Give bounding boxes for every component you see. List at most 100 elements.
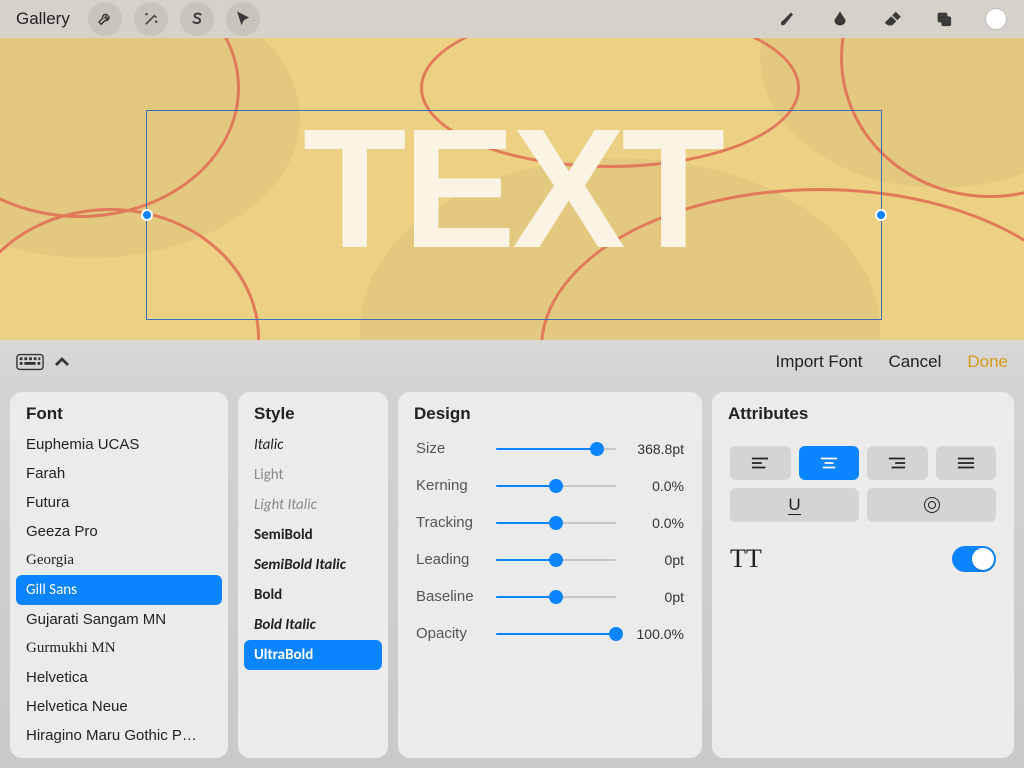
font-option[interactable]: Euphemia UCAS: [10, 430, 228, 459]
style-heading: Style: [238, 404, 388, 430]
design-slider[interactable]: [496, 626, 616, 642]
design-row: Baseline 0pt: [398, 578, 702, 615]
font-option[interactable]: Futura: [10, 488, 228, 517]
style-option[interactable]: Bold: [238, 580, 388, 610]
style-panel: Style ItalicLightLight ItalicSemiBoldSem…: [238, 392, 388, 758]
design-row: Opacity 100.0%: [398, 615, 702, 652]
design-panel: Design Size 368.8pt Kerning0.0% Tracking 0.0…: [398, 392, 702, 758]
style-option[interactable]: Light Italic: [238, 490, 388, 520]
font-option[interactable]: Gurmukhi MN: [10, 634, 228, 663]
canvas[interactable]: TEXT: [0, 38, 1024, 340]
attributes-panel: Attributes U TT: [712, 392, 1014, 758]
font-option[interactable]: Geeza Pro: [10, 517, 228, 546]
design-slider[interactable]: [496, 441, 616, 457]
adjustments-button[interactable]: [134, 2, 168, 36]
caps-toggle[interactable]: [952, 546, 996, 572]
align-justify-button[interactable]: [936, 446, 997, 480]
eraser-button[interactable]: [874, 1, 910, 37]
design-label: Leading: [416, 551, 486, 568]
design-slider[interactable]: [496, 515, 616, 531]
align-right-button[interactable]: [867, 446, 928, 480]
done-button[interactable]: Done: [967, 352, 1008, 372]
brush-icon: [779, 10, 797, 28]
font-option[interactable]: Helvetica Neue: [10, 692, 228, 721]
outline-button[interactable]: [867, 488, 996, 522]
color-button[interactable]: [978, 1, 1014, 37]
keyboard-toggle[interactable]: [16, 353, 76, 371]
design-label: Opacity: [416, 625, 486, 642]
design-value: 368.8pt: [626, 441, 684, 457]
font-option[interactable]: Farah: [10, 459, 228, 488]
selection-handle-right[interactable]: [875, 209, 887, 221]
color-swatch-icon: [985, 8, 1007, 30]
style-option[interactable]: UltraBold: [244, 640, 382, 670]
font-option[interactable]: Gujarati Sangam MN: [10, 605, 228, 634]
design-value: 0pt: [626, 589, 684, 605]
cancel-button[interactable]: Cancel: [888, 352, 941, 372]
layers-button[interactable]: [926, 1, 962, 37]
style-option[interactable]: Light: [238, 460, 388, 490]
panel-bar: Import Font Cancel Done: [0, 340, 1024, 384]
top-toolbar: Gallery: [0, 0, 1024, 38]
font-option[interactable]: Georgia: [10, 546, 228, 575]
style-option[interactable]: SemiBold Italic: [238, 550, 388, 580]
align-justify-icon: [957, 456, 975, 470]
panels: Font Euphemia UCASFarahFuturaGeeza ProGe…: [0, 384, 1024, 768]
underline-icon: U: [788, 496, 800, 515]
smudge-button[interactable]: [822, 1, 858, 37]
font-option[interactable]: Helvetica: [10, 663, 228, 692]
eraser-icon: [883, 10, 901, 28]
design-value: 0.0%: [626, 515, 684, 531]
canvas-text[interactable]: TEXT: [303, 91, 721, 287]
smudge-icon: [831, 10, 849, 28]
wrench-icon: [96, 10, 114, 28]
font-heading: Font: [10, 404, 228, 430]
design-slider[interactable]: [496, 478, 616, 494]
design-slider[interactable]: [496, 589, 616, 605]
outline-icon: [924, 497, 940, 513]
design-value: 0pt: [626, 552, 684, 568]
import-font-button[interactable]: Import Font: [776, 352, 863, 372]
align-left-icon: [751, 456, 769, 470]
style-option[interactable]: Italic: [238, 430, 388, 460]
brush-button[interactable]: [770, 1, 806, 37]
actions-button[interactable]: [88, 2, 122, 36]
layers-icon: [935, 10, 953, 28]
font-list[interactable]: Euphemia UCASFarahFuturaGeeza ProGeorgia…: [10, 430, 228, 750]
design-label: Size: [416, 440, 486, 457]
attributes-heading: Attributes: [712, 404, 1014, 430]
align-center-icon: [820, 456, 838, 470]
design-row: Kerning0.0%: [398, 467, 702, 504]
design-value: 100.0%: [626, 626, 684, 642]
transform-button[interactable]: [226, 2, 260, 36]
style-option[interactable]: Bold Italic: [238, 610, 388, 640]
style-option[interactable]: SemiBold: [238, 520, 388, 550]
design-row: Tracking 0.0%: [398, 504, 702, 541]
style-list[interactable]: ItalicLightLight ItalicSemiBoldSemiBold …: [238, 430, 388, 750]
design-heading: Design: [398, 404, 702, 430]
alignment-row: [730, 446, 996, 480]
keyboard-icon: [16, 353, 44, 371]
design-row: Size 368.8pt: [398, 430, 702, 467]
selection-handle-left[interactable]: [141, 209, 153, 221]
gallery-button[interactable]: Gallery: [10, 9, 76, 29]
font-panel: Font Euphemia UCASFarahFuturaGeeza ProGe…: [10, 392, 228, 758]
font-option[interactable]: Hiragino Maru Gothic P…: [10, 721, 228, 750]
design-value: 0.0%: [626, 478, 684, 494]
chevron-up-icon: [48, 353, 76, 371]
design-slider[interactable]: [496, 552, 616, 568]
design-label: Baseline: [416, 588, 486, 605]
align-center-button[interactable]: [799, 446, 860, 480]
underline-button[interactable]: U: [730, 488, 859, 522]
wand-icon: [142, 10, 160, 28]
font-option[interactable]: Gill Sans: [16, 575, 222, 605]
align-left-button[interactable]: [730, 446, 791, 480]
align-right-icon: [888, 456, 906, 470]
design-row: Leading 0pt: [398, 541, 702, 578]
design-label: Tracking: [416, 514, 486, 531]
decoration-row: U: [730, 488, 996, 522]
caps-label: TT: [730, 544, 762, 574]
s-icon: [188, 10, 206, 28]
selection-button[interactable]: [180, 2, 214, 36]
cursor-icon: [234, 10, 252, 28]
